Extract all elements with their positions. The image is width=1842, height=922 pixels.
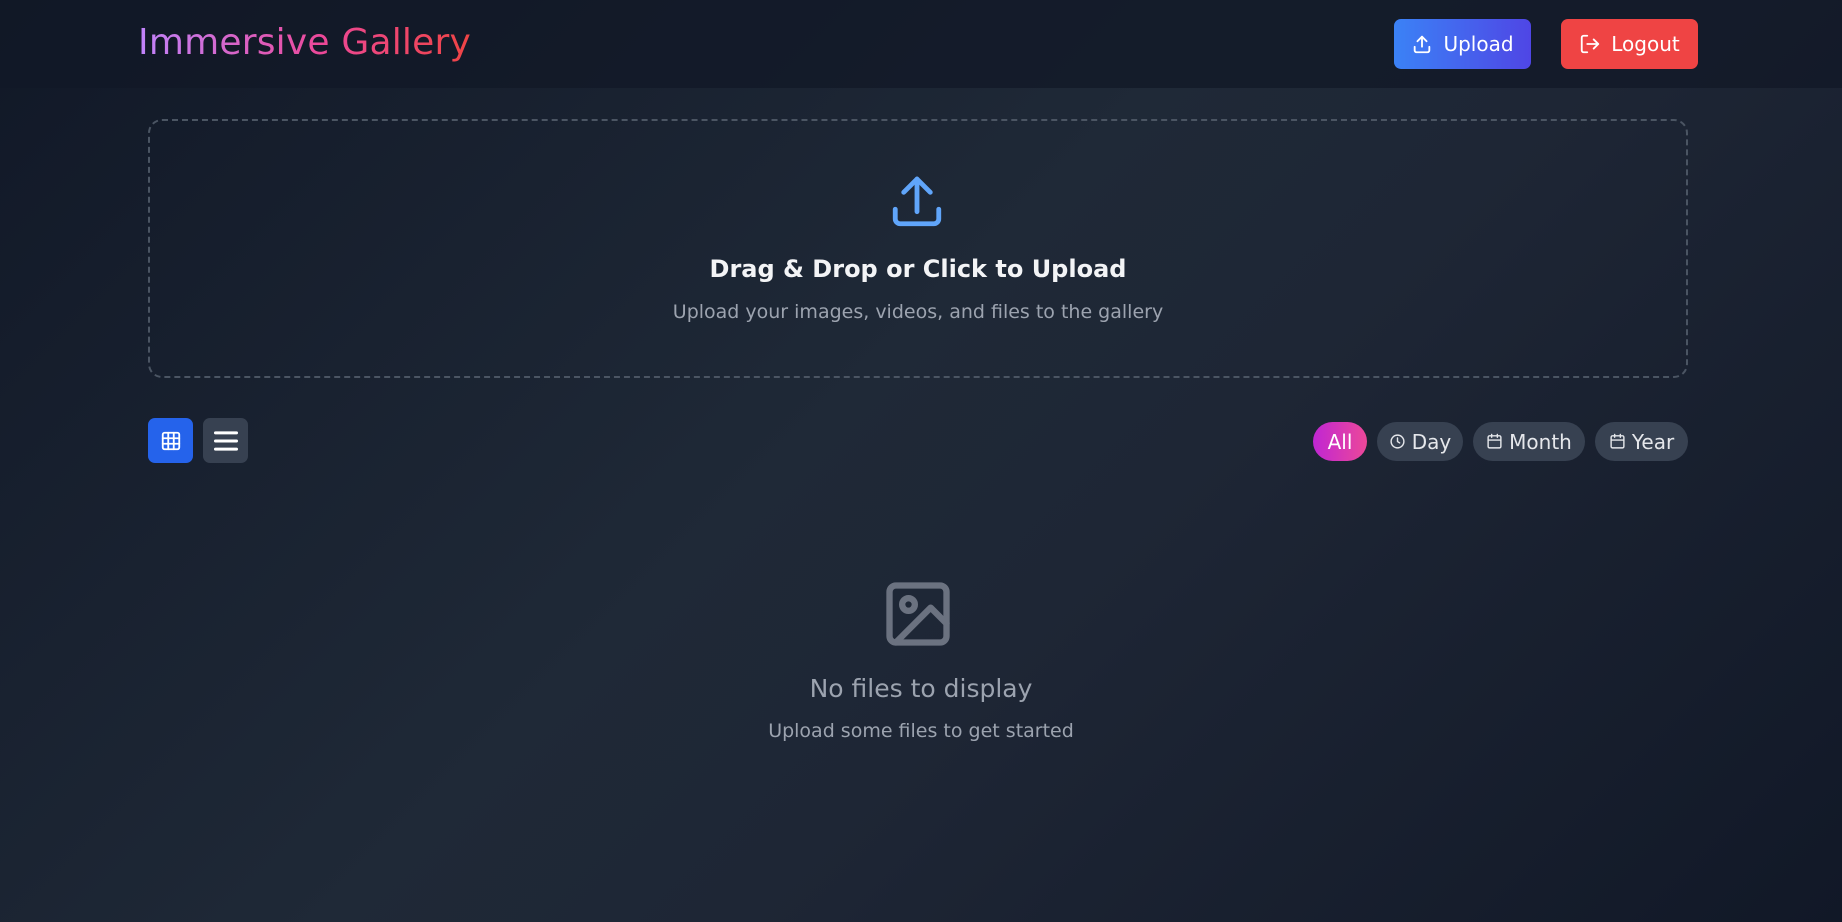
grid-view-button[interactable] <box>148 418 193 463</box>
empty-state-title: No files to display <box>809 674 1033 703</box>
dropzone-title: Drag & Drop or Click to Upload <box>709 255 1127 283</box>
upload-icon <box>892 176 942 227</box>
app-header: Immersive Gallery Upload Logout <box>0 0 1842 88</box>
app-title: Immersive Gallery <box>138 22 471 63</box>
filter-all[interactable]: All <box>1313 422 1367 461</box>
logout-icon <box>1581 34 1600 54</box>
logout-button[interactable]: Logout <box>1561 19 1698 69</box>
filter-day-label: Day <box>1411 429 1452 454</box>
grid-view-icon <box>161 431 180 450</box>
upload-dropzone[interactable]: Drag & Drop or Click to Upload Upload yo… <box>148 119 1688 378</box>
list-view-icon <box>213 430 238 451</box>
filter-day[interactable]: Day <box>1377 422 1463 461</box>
clock-icon <box>1390 434 1405 449</box>
list-view-button[interactable] <box>203 418 248 463</box>
calendar-icon <box>1610 433 1625 449</box>
filter-month[interactable]: Month <box>1473 422 1585 461</box>
upload-icon <box>1414 35 1431 54</box>
calendar-icon <box>1487 433 1502 449</box>
filter-all-label: All <box>1327 429 1353 454</box>
logout-button-label: Logout <box>1611 32 1680 56</box>
filter-month-label: Month <box>1509 429 1572 454</box>
image-icon <box>886 582 950 646</box>
dropzone-subtitle: Upload your images, videos, and files to… <box>672 301 1164 323</box>
filter-year-label: Year <box>1631 429 1675 454</box>
upload-button[interactable]: Upload <box>1394 19 1531 69</box>
filter-year[interactable]: Year <box>1595 422 1688 461</box>
upload-button-label: Upload <box>1443 32 1514 56</box>
empty-state-subtitle: Upload some files to get started <box>768 720 1074 742</box>
